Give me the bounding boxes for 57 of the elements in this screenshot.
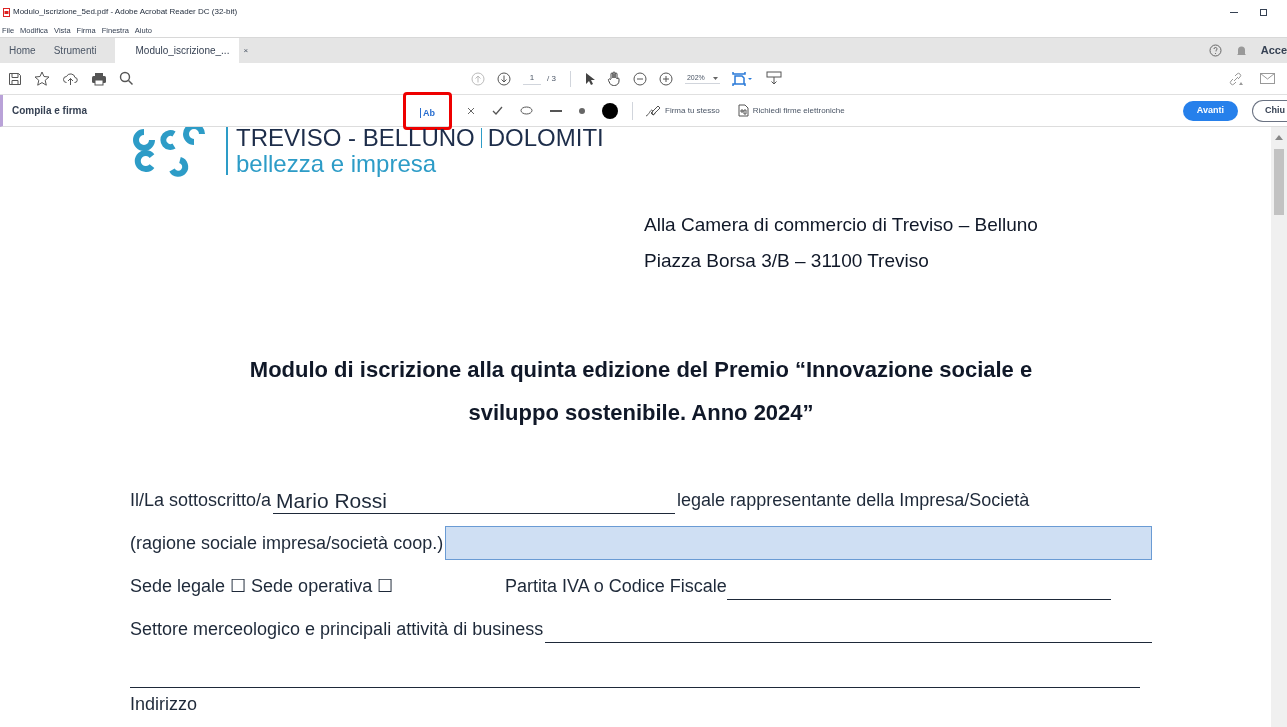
field-label: legale rappresentante della Impresa/Società xyxy=(677,489,1030,512)
zoom-out-icon[interactable] xyxy=(632,71,647,86)
cloud-upload-icon[interactable] xyxy=(62,71,79,86)
request-signatures-button[interactable]: Richiedi firme elettroniche xyxy=(737,104,845,117)
field-label: Indirizzo xyxy=(130,693,198,716)
logo-tagline: bellezza e impresa xyxy=(236,151,438,177)
link-icon[interactable] xyxy=(1228,71,1244,86)
pen-signature-icon xyxy=(645,104,661,117)
minimize-icon[interactable] xyxy=(1230,11,1238,13)
close-icon[interactable]: × xyxy=(243,44,249,57)
field-label: (ragione sociale impresa/società coop.) xyxy=(130,532,444,555)
line-icon[interactable] xyxy=(550,109,562,112)
panel-title: Compila e firma xyxy=(12,104,89,118)
caret-icon xyxy=(712,76,718,80)
document-icon xyxy=(737,104,749,117)
logo-text: TREVISO - BELLUNO xyxy=(236,127,475,151)
sign-yourself-button[interactable]: Firma tu stesso xyxy=(645,104,720,117)
circle-icon[interactable] xyxy=(520,106,533,115)
filled-circle-icon[interactable] xyxy=(602,102,618,119)
search-icon[interactable] xyxy=(119,71,134,86)
field-label: Partita IVA o Codice Fiscale xyxy=(505,575,727,598)
page-fit-icon[interactable] xyxy=(731,70,754,87)
cross-icon[interactable] xyxy=(467,106,475,115)
star-icon[interactable] xyxy=(34,71,50,86)
check-icon[interactable] xyxy=(492,106,503,115)
scroll-mode-icon[interactable] xyxy=(765,71,782,86)
input-field[interactable]: Mario Rossi xyxy=(273,489,676,514)
dot-icon[interactable] xyxy=(579,107,585,114)
page-number-field[interactable]: 1 xyxy=(523,72,541,85)
help-icon[interactable] xyxy=(1208,44,1222,57)
text-tool[interactable]: Ab xyxy=(420,107,435,118)
save-icon[interactable] xyxy=(8,71,22,86)
scroll-up-icon[interactable] xyxy=(1275,135,1283,140)
document-title: sviluppo sostenibile. Anno 2024” xyxy=(468,399,814,427)
document-title: Modulo di iscrizione alla quinta edizione del Premio “Innovazione sociale e xyxy=(249,356,1033,384)
print-icon[interactable] xyxy=(91,71,107,86)
next-button[interactable]: Avanti xyxy=(1182,100,1238,121)
zoom-in-icon[interactable] xyxy=(658,71,673,86)
tab[interactable]: Home xyxy=(0,38,45,63)
scroll-thumb[interactable] xyxy=(1274,149,1284,215)
scrollbar[interactable] xyxy=(1271,127,1287,727)
page-count-label: / 3 xyxy=(547,72,556,85)
tab[interactable]: Strumenti xyxy=(44,38,106,63)
input-field[interactable] xyxy=(445,526,1152,560)
arrow-down-circle-icon[interactable] xyxy=(497,71,511,86)
mail-icon[interactable] xyxy=(1260,73,1275,84)
pointer-icon[interactable] xyxy=(584,71,595,86)
field-label: Sede legale ☐ Sede operativa ☐ xyxy=(130,575,395,598)
address-line: Piazza Borsa 3/B – 31100 Treviso xyxy=(644,248,930,273)
restore-icon[interactable] xyxy=(1260,8,1267,16)
address-line: Alla Camera di commercio di Treviso – Belluno xyxy=(644,213,1039,237)
logo-text: DOLOMITI xyxy=(487,127,604,151)
pdf-file-icon xyxy=(3,7,10,17)
account-label[interactable]: Acce xyxy=(1260,42,1287,59)
field-label: Settore merceologico e principali attività di business xyxy=(130,618,544,641)
window-title: Modulo_iscrizione_5ed.pdf - Adobe Acrobat Reader DC (32-bit) xyxy=(13,6,238,18)
field-label: Il/La sottoscritto/a xyxy=(130,489,272,512)
